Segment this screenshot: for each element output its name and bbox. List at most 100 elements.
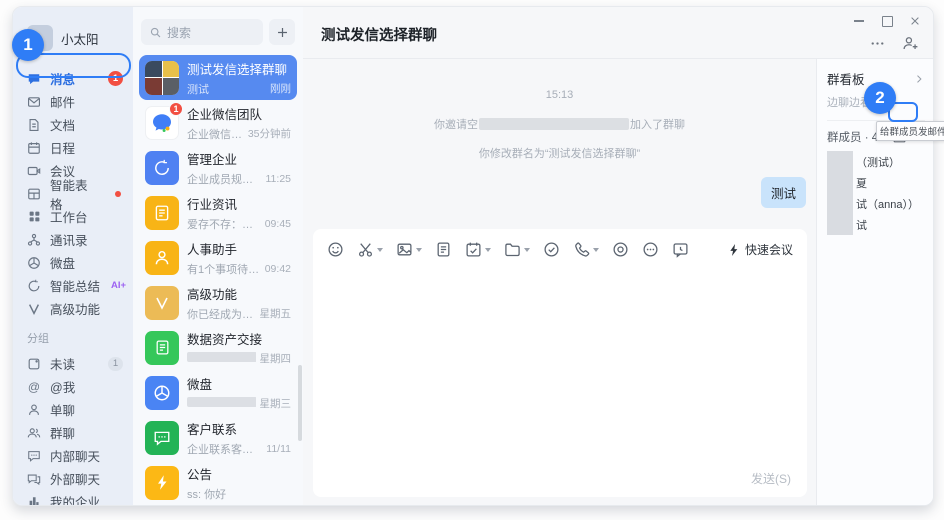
member-list: （测试） 夏 试（anna）） 试 bbox=[827, 151, 925, 235]
notification-dot bbox=[115, 191, 121, 197]
unread-group-badge: 1 bbox=[108, 357, 123, 371]
nav-sidebar: 小太阳 消息 1 邮件 文档 日程 会议 智能表格 bbox=[13, 7, 133, 505]
bubble-icon bbox=[27, 449, 41, 463]
chat-header: 测试发信选择群聊 bbox=[303, 7, 933, 59]
system-message-rename: 你修改群名为“测试发信选择群聊” bbox=[479, 145, 640, 161]
sent-message-bubble: 测试 bbox=[761, 177, 806, 208]
app-window: 小太阳 消息 1 邮件 文档 日程 会议 智能表格 bbox=[12, 6, 934, 506]
member-row[interactable]: （测试） bbox=[827, 151, 925, 172]
chat-item-manage-company[interactable]: 管理企业 企业成员规模已达...11:25 bbox=[139, 145, 297, 190]
message-input-panel[interactable]: 快速会议 发送(S) bbox=[313, 229, 807, 497]
sidebar-item-direct-chats[interactable]: 单聊 bbox=[27, 398, 133, 421]
sidebar-item-unread[interactable]: 未读 1 bbox=[27, 352, 133, 375]
send-mail-tooltip: 给群成员发邮件 bbox=[876, 121, 944, 141]
meeting-icon bbox=[27, 164, 41, 178]
chat-item-customer-contact[interactable]: 客户联系 企业联系客户统计 ...11/11 bbox=[139, 415, 297, 460]
person-icon bbox=[27, 403, 41, 417]
call-button[interactable] bbox=[573, 241, 599, 258]
caret-down-icon bbox=[377, 248, 383, 252]
table-icon bbox=[27, 187, 41, 201]
grid-icon bbox=[27, 210, 41, 224]
sidebar-item-mail[interactable]: 邮件 bbox=[27, 90, 133, 113]
schedule-button[interactable] bbox=[465, 241, 491, 258]
quick-meeting-button[interactable]: 快速会议 bbox=[727, 241, 793, 258]
chat-list-scrollbar[interactable] bbox=[298, 365, 302, 441]
document-icon bbox=[27, 118, 41, 132]
close-button[interactable] bbox=[909, 15, 921, 27]
chat-item-drive[interactable]: 微盘 星期三 bbox=[139, 370, 297, 415]
disk-icon bbox=[27, 256, 41, 270]
new-chat-button[interactable] bbox=[269, 19, 295, 45]
message-log: 15:13 你邀请空 加入了群聊 你修改群名为“测试发信选择群聊” 测试 bbox=[303, 59, 816, 229]
hr-assistant-avatar bbox=[145, 241, 179, 275]
sidebar-item-workbench[interactable]: 工作台 bbox=[27, 205, 133, 228]
sidebar-item-group-chats[interactable]: 群聊 bbox=[27, 421, 133, 444]
minimize-button[interactable] bbox=[853, 15, 865, 27]
chat-item-announcement[interactable]: 公告 ss: 你好 bbox=[139, 460, 297, 505]
plus-icon bbox=[276, 26, 289, 39]
search-placeholder: 搜索 bbox=[167, 24, 191, 41]
chat-item-industry-news[interactable]: 行业资讯 爱存不存：在工行...09:45 bbox=[139, 190, 297, 235]
redacted-avatar bbox=[827, 214, 853, 235]
chat-main: 15:13 你邀请空 加入了群聊 你修改群名为“测试发信选择群聊” 测试 bbox=[303, 59, 816, 505]
caret-down-icon bbox=[485, 248, 491, 252]
add-member-button[interactable] bbox=[902, 35, 919, 52]
annotation-step-1: 1 bbox=[12, 29, 44, 61]
sidebar-item-docs[interactable]: 文档 bbox=[27, 113, 133, 136]
sidebar-item-smart-table[interactable]: 智能表格 bbox=[27, 182, 133, 205]
emoji-button[interactable] bbox=[327, 241, 344, 258]
sidebar-item-drive[interactable]: 微盘 bbox=[27, 251, 133, 274]
bubbles-icon bbox=[27, 472, 41, 486]
todo-button[interactable] bbox=[543, 241, 560, 258]
unread-icon bbox=[27, 357, 41, 371]
vip-icon bbox=[27, 302, 41, 316]
chat-item-data-handover[interactable]: 数据资产交接 星期四 bbox=[139, 325, 297, 370]
sidebar-item-external-chats[interactable]: 外部聊天 bbox=[27, 467, 133, 490]
message-timestamp: 15:13 bbox=[546, 89, 574, 101]
chevron-right-icon bbox=[913, 73, 925, 85]
redacted-avatar bbox=[827, 151, 853, 172]
sidebar-item-contacts[interactable]: 通讯录 bbox=[27, 228, 133, 251]
redacted-avatar bbox=[827, 193, 853, 214]
announcement-avatar bbox=[145, 466, 179, 500]
chat-list: 搜索 测试发信选择群聊 测试刚刚 1 企业微信团队 企业微信管理后...35 bbox=[133, 7, 303, 505]
voice-record-button[interactable] bbox=[612, 241, 629, 258]
manage-company-avatar bbox=[145, 151, 179, 185]
sidebar-item-ai-summary[interactable]: 智能总结 AI+ bbox=[27, 274, 133, 297]
flash-icon bbox=[727, 243, 741, 257]
ai-summary-icon bbox=[27, 279, 41, 293]
chat-item-advanced-features[interactable]: 高级功能 你已经成为超级管...星期五 bbox=[139, 280, 297, 325]
input-toolbar: 快速会议 bbox=[313, 229, 807, 258]
reminder-button[interactable] bbox=[672, 241, 689, 258]
people-icon bbox=[27, 426, 41, 440]
caret-down-icon bbox=[416, 248, 422, 252]
at-icon: @ bbox=[27, 380, 41, 394]
sidebar-item-calendar[interactable]: 日程 bbox=[27, 136, 133, 159]
system-message-invite: 你邀请空 加入了群聊 bbox=[434, 116, 685, 132]
chat-item-hr-assistant[interactable]: 人事助手 有1个事项待处理09:42 bbox=[139, 235, 297, 280]
member-row[interactable]: 试（anna）） bbox=[827, 193, 925, 214]
more-tools-button[interactable] bbox=[642, 241, 659, 258]
customer-contact-avatar bbox=[145, 421, 179, 455]
chat-more-button[interactable] bbox=[869, 35, 886, 52]
wecom-team-avatar: 1 bbox=[145, 106, 179, 140]
user-name: 小太阳 bbox=[61, 29, 99, 48]
sidebar-item-mentions[interactable]: @ @我 bbox=[27, 375, 133, 398]
drive-avatar bbox=[145, 376, 179, 410]
maximize-button[interactable] bbox=[881, 15, 893, 27]
search-input[interactable]: 搜索 bbox=[141, 19, 263, 45]
chat-item-wecom-team[interactable]: 1 企业微信团队 企业微信管理后...35分钟前 bbox=[139, 100, 297, 145]
sidebar-item-my-company[interactable]: 我的企业 bbox=[27, 490, 133, 506]
chat-item-selected-group[interactable]: 测试发信选择群聊 测试刚刚 bbox=[139, 55, 297, 100]
sidebar-item-internal-chats[interactable]: 内部聊天 bbox=[27, 444, 133, 467]
redacted-text bbox=[187, 352, 256, 362]
member-row[interactable]: 试 bbox=[827, 214, 925, 235]
folder-button[interactable] bbox=[504, 241, 530, 258]
sidebar-item-advanced[interactable]: 高级功能 bbox=[27, 297, 133, 320]
chat-unread-badge: 1 bbox=[169, 102, 183, 116]
screenshot-button[interactable] bbox=[357, 241, 383, 258]
member-row[interactable]: 夏 bbox=[827, 172, 925, 193]
file-button[interactable] bbox=[435, 241, 452, 258]
image-button[interactable] bbox=[396, 241, 422, 258]
send-button[interactable]: 发送(S) bbox=[751, 470, 791, 487]
